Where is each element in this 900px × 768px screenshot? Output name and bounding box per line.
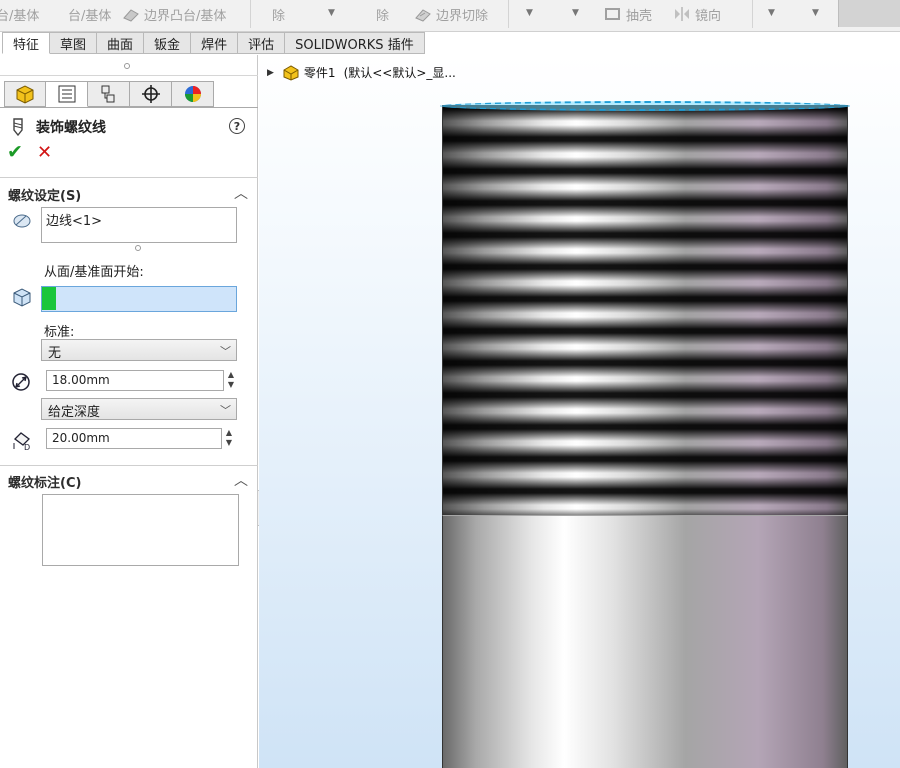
diameter-spinner[interactable]: ▲ ▼	[225, 370, 237, 391]
standard-label: 标准:	[44, 325, 75, 340]
tab-configuration-manager[interactable]	[88, 81, 130, 107]
flyout-feature-tree[interactable]: ▶ 零件1 (默认<<默认>_显...	[267, 64, 456, 81]
tab-evaluate[interactable]: 评估	[238, 32, 286, 54]
tab-sheet-metal[interactable]: 钣金	[144, 32, 192, 54]
toolbar-separator	[250, 0, 251, 28]
toolbar-label: 抽壳	[626, 8, 653, 24]
cylinder-body	[442, 515, 848, 768]
toolbar-separator	[508, 0, 509, 28]
part-icon	[283, 64, 299, 81]
standard-value: 无	[48, 346, 62, 361]
tab-features[interactable]: 特征	[2, 32, 51, 54]
section-header-thread-callout[interactable]: 螺纹标注(C)	[8, 472, 81, 491]
diameter-input[interactable]: 18.00mm	[46, 370, 224, 391]
chevron-up-icon[interactable]: ︿	[234, 183, 248, 203]
toolbar-item-cut[interactable]: 除	[272, 3, 285, 25]
tab-solidworks-addins[interactable]: SOLIDWORKS 插件	[285, 32, 425, 54]
resize-grip[interactable]	[135, 245, 141, 251]
property-manager-panel: 装饰螺纹线 ? ✔ ✕ 螺纹设定(S) ︿ 边线<1> 从面/基准面开始: 标准…	[0, 55, 258, 768]
depth-spinner[interactable]: ▲ ▼	[223, 428, 235, 449]
end-condition-value: 给定深度	[48, 405, 101, 420]
tab-surfaces[interactable]: 曲面	[97, 32, 145, 54]
toolbar-item-mirror[interactable]: 镜向	[673, 3, 721, 25]
chevron-down-icon[interactable]: ▼	[572, 8, 579, 18]
expand-arrow-icon[interactable]: ▶	[267, 68, 274, 78]
toolbar-corner	[838, 0, 900, 27]
start-face-selection-box[interactable]	[41, 286, 237, 312]
tab-weldments[interactable]: 焊件	[191, 32, 239, 54]
end-condition-select[interactable]: 给定深度 ﹀	[41, 398, 237, 420]
depth-input[interactable]: 20.00mm	[46, 428, 222, 449]
shell-icon	[605, 8, 620, 20]
chevron-up-icon[interactable]: ︿	[234, 470, 248, 490]
edge-selection-icon	[13, 214, 31, 228]
toolbar-label: 镜向	[695, 8, 722, 24]
tree-part-name: 零件1	[303, 66, 336, 80]
tab-property-manager[interactable]	[46, 81, 88, 107]
toolbar-label: 台/基体	[68, 8, 112, 24]
edge-selection-box[interactable]: 边线<1>	[41, 207, 237, 243]
chevron-down-icon[interactable]: ▼	[812, 8, 819, 18]
chevron-down-icon: ﹀	[220, 404, 231, 417]
toolbar-item-boss-base-2[interactable]: 台/基体	[68, 3, 111, 25]
toolbar-item-cut-2[interactable]: 除	[376, 3, 389, 25]
toolbar-label: 除	[376, 8, 390, 24]
help-button[interactable]: ?	[229, 118, 245, 134]
tab-dimxpert-manager[interactable]	[130, 81, 172, 107]
page-title: 装饰螺纹线	[36, 120, 106, 136]
toolbar-item-boundary-cut[interactable]: 边界切除	[414, 3, 488, 25]
toolbar-label: 除	[272, 8, 286, 24]
divider	[0, 465, 258, 466]
diameter-icon	[12, 373, 30, 391]
chevron-down-icon[interactable]: ▼	[328, 8, 335, 18]
appearance-icon	[184, 86, 201, 102]
selection-color-swatch	[42, 287, 56, 310]
graphics-area[interactable]: ▶ 零件1 (默认<<默认>_显...	[259, 55, 900, 768]
selected-edge-highlight[interactable]	[440, 101, 850, 111]
toolbar-item-boss-base[interactable]: 台/基体	[0, 3, 39, 25]
standard-select[interactable]: 无 ﹀	[41, 339, 237, 361]
boundary-cut-icon	[415, 9, 431, 22]
ok-button[interactable]: ✔	[7, 143, 23, 162]
mirror-icon	[675, 7, 689, 21]
thread-callout-box[interactable]	[42, 494, 239, 566]
tab-display-manager[interactable]	[172, 81, 214, 107]
tab-sketch[interactable]: 草图	[50, 32, 98, 54]
command-manager-toolbar: 台/基体 台/基体 边界凸台/基体 除 ▼ 除 边界切除 ▼ ▼ 抽壳 镜向 ▼…	[0, 0, 900, 32]
feature-tree-icon	[16, 85, 34, 104]
divider	[0, 107, 258, 108]
cancel-button[interactable]: ✕	[37, 144, 52, 162]
divider	[0, 177, 258, 178]
chevron-down-icon: ﹀	[220, 345, 231, 358]
property-list-icon	[58, 85, 75, 103]
start-face-label: 从面/基准面开始:	[44, 265, 144, 280]
toolbar-item-shell[interactable]: 抽壳	[604, 3, 652, 25]
panel-grip[interactable]	[124, 63, 130, 69]
depth-icon: D	[13, 432, 30, 451]
face-selection-icon	[13, 288, 31, 307]
manager-tabs	[4, 81, 214, 107]
toolbar-separator	[752, 0, 753, 28]
divider	[0, 75, 258, 76]
crosshair-icon	[141, 85, 160, 103]
chevron-down-icon[interactable]: ▼	[768, 8, 775, 18]
tab-feature-manager[interactable]	[4, 81, 46, 107]
tree-configuration: (默认<<默认>_显...	[343, 66, 456, 80]
cylinder-threaded-section	[442, 105, 848, 515]
boundary-boss-icon	[123, 9, 139, 22]
command-tabs: 特征 草图 曲面 钣金 焊件 评估 SOLIDWORKS 插件	[0, 32, 900, 54]
section-header-thread-settings[interactable]: 螺纹设定(S)	[8, 185, 81, 204]
svg-text:D: D	[24, 443, 30, 451]
toolbar-label: 边界切除	[436, 8, 489, 24]
toolbar-label: 台/基体	[0, 8, 40, 24]
cosmetic-thread-icon	[13, 118, 23, 137]
toolbar-item-boundary-boss[interactable]: 边界凸台/基体	[122, 3, 226, 25]
configuration-icon	[101, 85, 114, 103]
toolbar-label: 边界凸台/基体	[144, 8, 227, 24]
chevron-down-icon[interactable]: ▼	[526, 8, 533, 18]
